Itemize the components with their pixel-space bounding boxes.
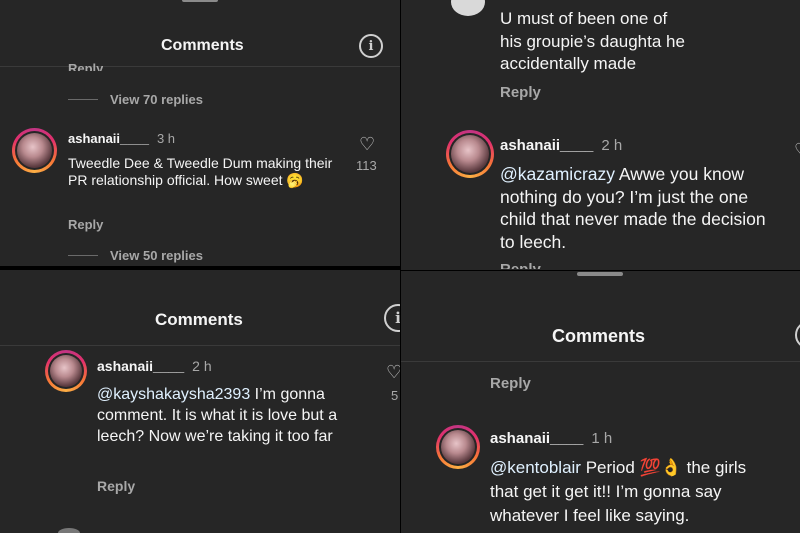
previous-comment-text: U must of been one of his groupie’s daug… [500,8,760,76]
drag-handle[interactable] [577,272,623,276]
heart-icon[interactable]: ♡ [386,362,400,383]
reply-button[interactable]: Reply [68,61,103,71]
header-divider [0,345,400,346]
comment-text: @kazamicrazy Awwe you know nothing do yo… [500,163,775,253]
info-icon[interactable]: i [384,304,400,332]
avatar[interactable] [58,528,80,533]
comments-panel-1: Comments i Reply View 70 replies ashanai… [0,0,400,266]
mention-link[interactable]: @kazamicrazy [500,164,615,184]
avatar[interactable] [436,425,480,469]
comment-text: @kayshakaysha2393 I’m gonna comment. It … [97,384,372,447]
view-replies-label: View 70 replies [110,92,203,107]
avatar[interactable] [446,130,494,178]
reply-button[interactable]: Reply [500,261,541,269]
comments-panel-4: Comments i Reply ashanaii____ 1 h @kentob… [401,271,800,533]
username-text: ashanaii____ [500,137,594,154]
comments-title: Comments [161,37,244,54]
info-icon[interactable]: i [359,34,383,58]
mention-link[interactable]: @kayshakaysha2393 [97,386,250,403]
comment-text: Tweedle Dee & Tweedle Dum making their P… [68,155,333,189]
comment-username[interactable]: ashanaii____ 2 h [500,137,622,154]
view-replies-button[interactable]: View 70 replies [68,92,203,107]
avatar[interactable] [12,128,57,173]
comments-panel-3: Comments i ashanaii____ 2 h @kayshakaysha… [0,270,400,533]
reply-button[interactable]: Reply [68,217,103,232]
comment-line: his groupie’s daughta he [500,31,685,51]
view-replies-label: View 50 replies [110,248,203,263]
reply-button[interactable]: Reply [490,375,531,392]
comments-title: Comments [552,326,646,346]
username-text: ashanaii____ [68,131,149,146]
header-divider [0,66,400,67]
avatar[interactable] [451,0,485,16]
comment-username[interactable]: ashanaii____ 3 h [68,131,175,146]
info-icon[interactable]: i [795,321,800,349]
comment-time: 3 h [156,131,176,146]
comment-line: U must of been one of [500,9,668,28]
comments-panel-2: U must of been one of his groupie’s daug… [401,0,800,270]
comment-time: 2 h [601,137,623,154]
like-count: 113 [356,158,377,173]
like-count: 5 [391,388,399,403]
comment-time: 2 h [192,358,212,374]
comments-title: Comments [155,310,243,329]
header-divider [401,361,800,362]
reply-button[interactable]: Reply [97,478,135,494]
reply-button[interactable]: Reply [500,84,541,101]
username-text: ashanaii____ [97,358,185,374]
replies-divider [68,99,98,100]
comment-username[interactable]: ashanaii____ 1 h [490,430,612,447]
view-replies-button[interactable]: View 50 replies [68,248,203,263]
drag-handle[interactable] [182,0,218,2]
replies-divider [68,255,98,256]
comment-time: 1 h [591,430,613,447]
comment-username[interactable]: ashanaii____ 2 h [97,358,212,374]
mention-link[interactable]: @kentoblair [490,458,581,477]
username-text: ashanaii____ [490,430,584,447]
heart-icon[interactable]: ♡ [359,134,375,155]
avatar[interactable] [45,350,87,392]
comment-line: accidentally made [500,54,637,73]
comment-text: @kentoblair Period 💯👌 the girls that get… [490,456,775,528]
heart-icon[interactable]: ♡ [794,140,800,161]
